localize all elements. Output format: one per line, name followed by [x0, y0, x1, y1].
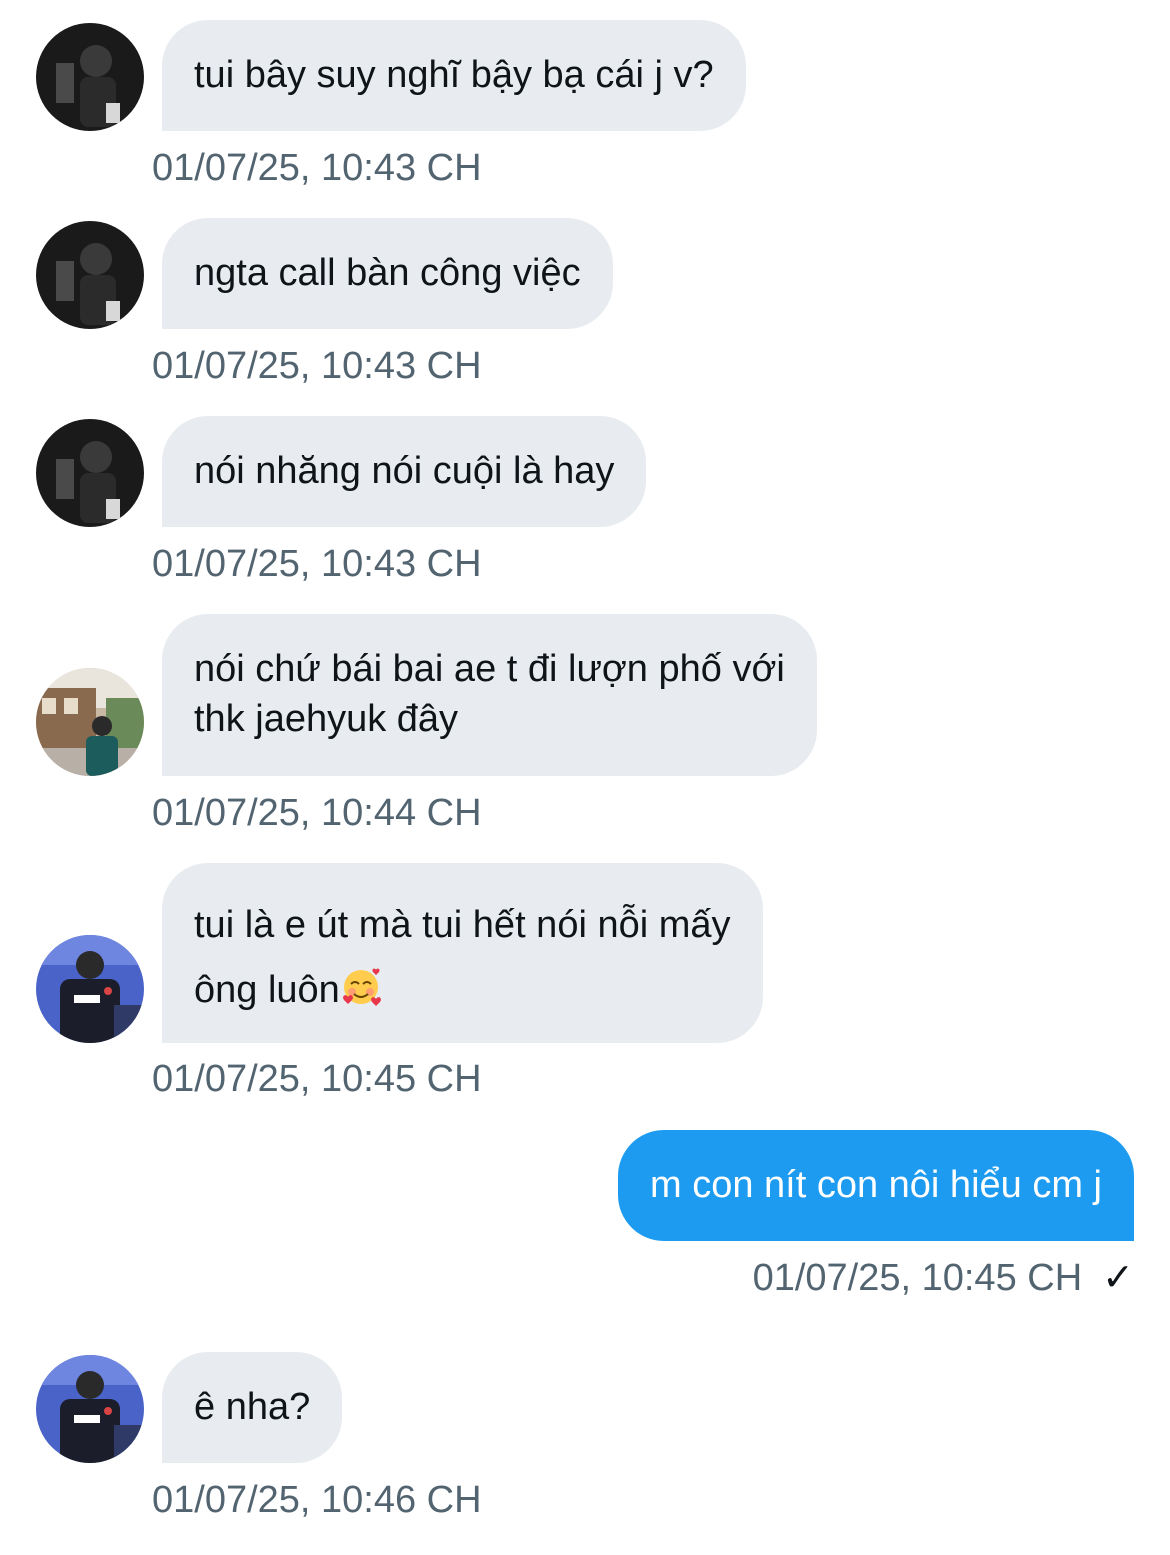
avatar-dark-portrait: [36, 221, 144, 329]
sender-avatar[interactable]: [36, 935, 144, 1043]
message-timestamp-row: 01/07/25, 10:45 CH ✓: [753, 1256, 1134, 1300]
message-bubble[interactable]: tui là e út mà tui hết nói nỗi mấy ông l…: [162, 863, 763, 1043]
sender-avatar[interactable]: [36, 23, 144, 131]
message-bubble[interactable]: nói nhăng nói cuội là hay: [162, 416, 647, 527]
sender-avatar[interactable]: [36, 668, 144, 776]
message-text-line: ông luôn: [194, 958, 731, 1023]
message-timestamp: 01/07/25, 10:44 CH: [152, 792, 482, 834]
message-bubble[interactable]: ê nha?: [162, 1352, 343, 1463]
avatar-street-photo: [36, 668, 144, 776]
sender-avatar[interactable]: [36, 419, 144, 527]
message-text: ông luôn: [194, 969, 340, 1011]
message-timestamp: 01/07/25, 10:43 CH: [152, 543, 482, 585]
message-timestamp: 01/07/25, 10:43 CH: [152, 345, 482, 387]
avatar-dark-portrait: [36, 419, 144, 527]
outgoing-message-bubble[interactable]: m con nít con nôi hiểu cm j: [618, 1130, 1134, 1241]
message-timestamp: 01/07/25, 10:45 CH: [752, 1257, 1083, 1299]
message-text: tui bây suy nghĩ bậy bạ cái j v?: [194, 54, 714, 96]
avatar-esports-jersey: [36, 935, 144, 1043]
sent-check-icon: ✓: [1102, 1257, 1134, 1299]
message-bubble[interactable]: tui bây suy nghĩ bậy bạ cái j v?: [162, 20, 746, 131]
message-bubble[interactable]: nói chứ bái bai ae t đi lượn phố với thk…: [162, 614, 817, 776]
message-text: nói nhăng nói cuội là hay: [194, 450, 615, 492]
message-timestamp: 01/07/25, 10:46 CH: [152, 1479, 482, 1521]
message-text-line: tui là e út mà tui hết nói nỗi mấy: [194, 904, 731, 946]
avatar-dark-portrait: [36, 23, 144, 131]
avatar-esports-jersey: [36, 1355, 144, 1463]
message-text-line: thk jaehyuk đây: [194, 698, 459, 740]
message-text-line: nói chứ bái bai ae t đi lượn phố với: [194, 648, 785, 690]
message-text: ngta call bàn công việc: [194, 252, 581, 294]
message-timestamp: 01/07/25, 10:45 CH: [152, 1058, 482, 1100]
sender-avatar[interactable]: [36, 1355, 144, 1463]
message-timestamp: 01/07/25, 10:43 CH: [152, 147, 482, 189]
message-text: ê nha?: [194, 1386, 311, 1428]
smiling-face-with-hearts-emoji: [342, 968, 381, 1006]
sender-avatar[interactable]: [36, 221, 144, 329]
message-text: m con nít con nôi hiểu cm j: [650, 1164, 1102, 1206]
message-bubble[interactable]: ngta call bàn công việc: [162, 218, 613, 329]
